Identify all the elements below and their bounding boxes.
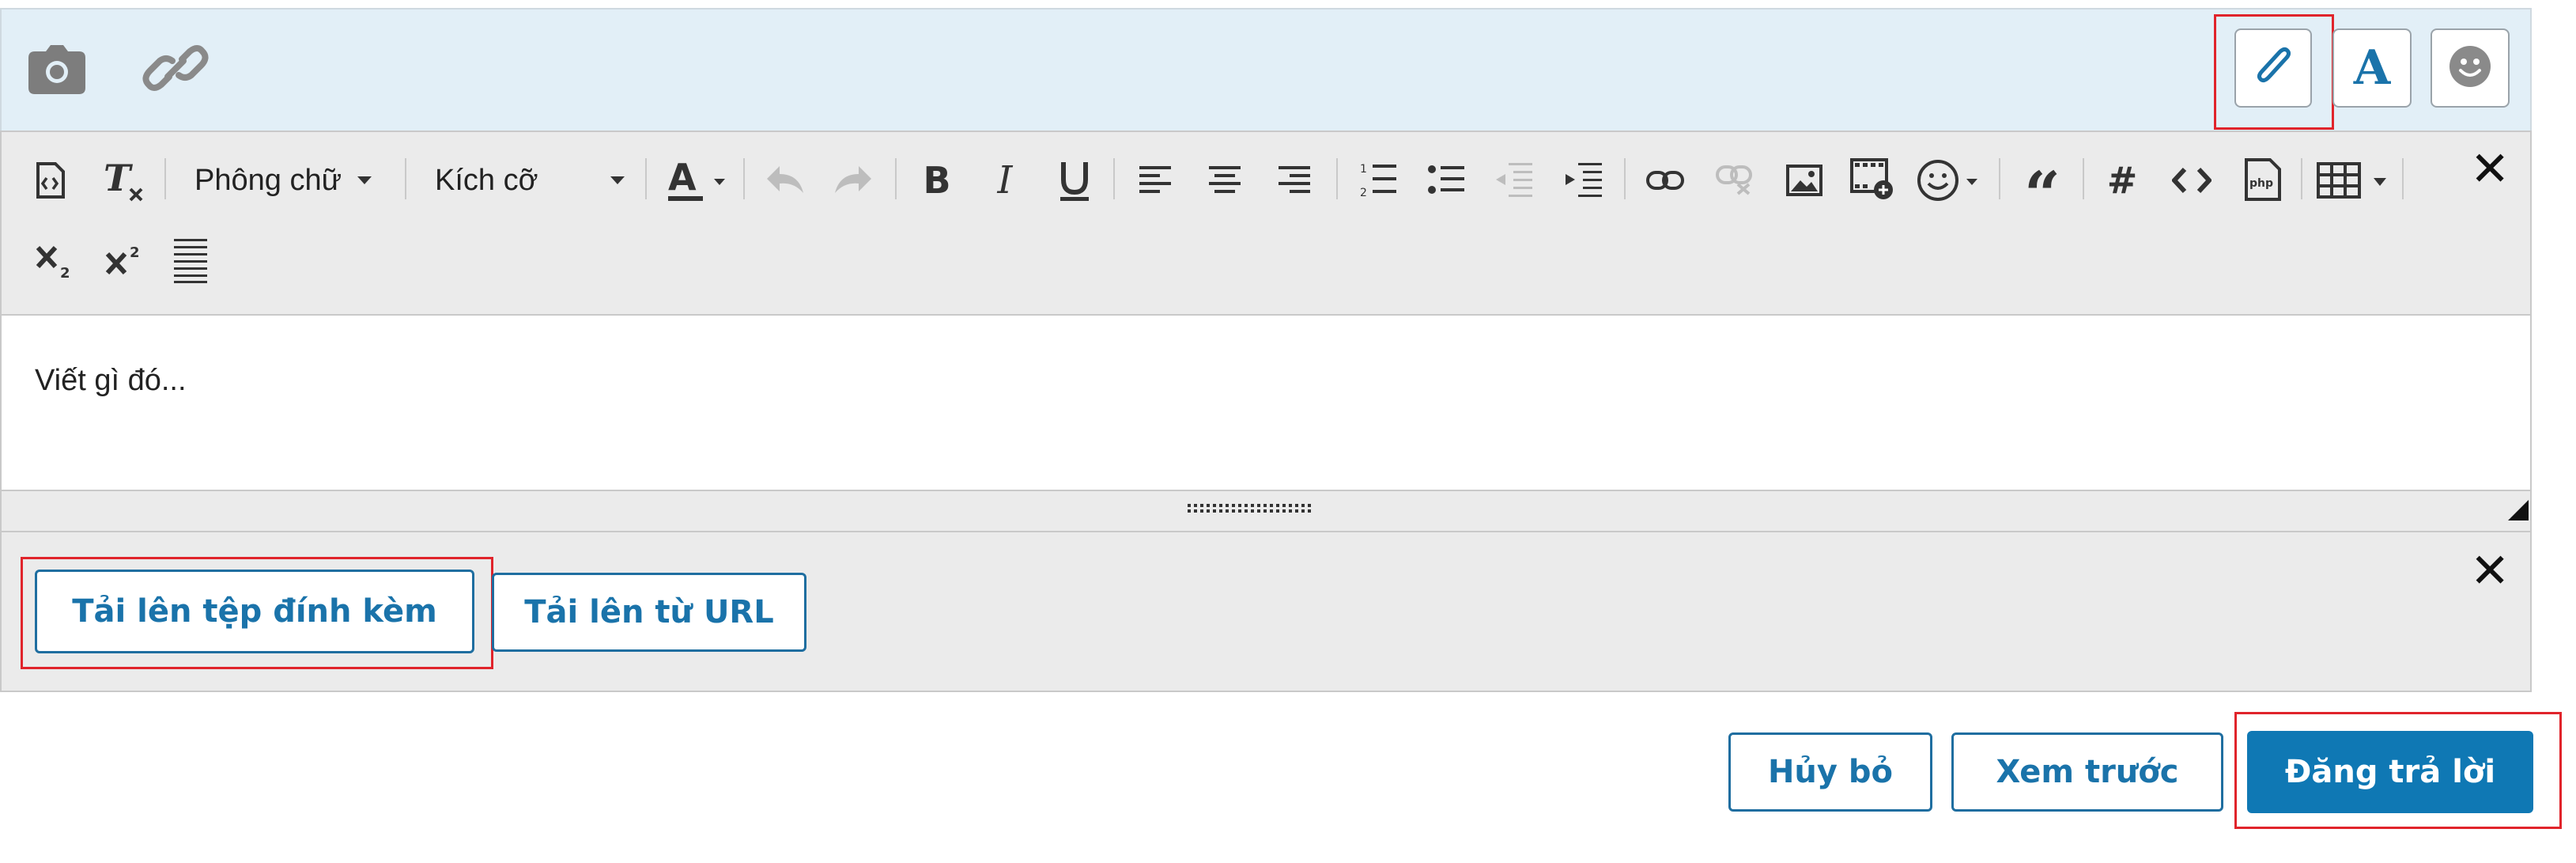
subscript-icon[interactable]: 2 bbox=[33, 237, 76, 285]
font-a-icon: A bbox=[2353, 40, 2391, 96]
svg-text:2: 2 bbox=[60, 265, 70, 279]
image-icon[interactable] bbox=[1782, 160, 1826, 201]
ordered-list-icon[interactable]: 12 bbox=[1357, 158, 1399, 203]
font-size-label: Kích cỡ bbox=[435, 163, 538, 197]
toolbar-separator bbox=[2301, 158, 2302, 199]
svg-text:2: 2 bbox=[130, 244, 140, 261]
bold-icon[interactable]: B bbox=[917, 158, 957, 203]
redo-icon[interactable] bbox=[832, 161, 874, 199]
svg-text:1: 1 bbox=[1360, 163, 1367, 176]
smiley-button[interactable] bbox=[2431, 28, 2510, 108]
editor-placeholder: Viết gì đó... bbox=[35, 364, 187, 397]
table-icon[interactable] bbox=[2315, 158, 2391, 203]
svg-text:A: A bbox=[668, 157, 697, 199]
code-icon[interactable] bbox=[2170, 158, 2214, 203]
close-icon[interactable]: ✕ bbox=[2470, 146, 2514, 196]
toolbar-separator bbox=[1336, 158, 1338, 199]
cancel-button[interactable]: Hủy bỏ bbox=[1728, 732, 1932, 812]
font-family-label: Phông chữ bbox=[195, 163, 342, 197]
resize-handle[interactable] bbox=[1188, 503, 1313, 515]
paperclip-icon bbox=[2254, 44, 2292, 92]
toolbar-separator bbox=[1999, 158, 2000, 199]
emoji-icon[interactable] bbox=[1915, 155, 1983, 206]
toolbar-separator bbox=[743, 158, 745, 199]
italic-icon[interactable]: I bbox=[985, 158, 1025, 203]
outdent-icon[interactable] bbox=[1493, 158, 1535, 203]
font-family-dropdown[interactable]: Phông chữ bbox=[195, 158, 384, 203]
svg-text:T: T bbox=[104, 159, 134, 199]
svg-text:2: 2 bbox=[1360, 187, 1367, 199]
hashtag-icon[interactable]: # bbox=[2100, 157, 2144, 204]
font-size-dropdown[interactable]: Kích cỡ bbox=[435, 158, 625, 203]
toolbar-separator bbox=[1113, 158, 1115, 199]
preview-button[interactable]: Xem trước bbox=[1951, 732, 2223, 812]
smiley-icon bbox=[2449, 45, 2491, 91]
text-style-button[interactable]: A bbox=[2332, 28, 2412, 108]
quote-icon[interactable]: “ bbox=[2018, 155, 2067, 226]
resize-corner-icon[interactable] bbox=[2508, 500, 2529, 520]
toolbar-separator bbox=[405, 158, 406, 199]
align-left-icon[interactable] bbox=[1135, 163, 1175, 198]
cancel-label: Hủy bỏ bbox=[1767, 754, 1894, 790]
text-color-icon[interactable]: A bbox=[664, 155, 727, 206]
superscript-icon[interactable]: 2 bbox=[103, 237, 145, 285]
toolbar-separator bbox=[645, 158, 647, 199]
undo-icon[interactable] bbox=[764, 161, 806, 199]
post-reply-label: Đăng trả lời bbox=[2284, 754, 2496, 790]
toolbar-separator bbox=[1624, 158, 1626, 199]
align-right-icon[interactable] bbox=[1275, 163, 1314, 198]
paperclip-button[interactable] bbox=[2234, 28, 2312, 108]
svg-text:php: php bbox=[2249, 177, 2273, 190]
preview-label: Xem trước bbox=[1996, 754, 2179, 790]
justify-icon[interactable] bbox=[171, 237, 210, 285]
source-icon[interactable] bbox=[30, 158, 70, 203]
chevron-down-icon bbox=[610, 176, 625, 184]
underline-icon[interactable] bbox=[1055, 157, 1094, 204]
indent-icon[interactable] bbox=[1562, 158, 1605, 203]
unordered-list-icon[interactable] bbox=[1425, 158, 1467, 203]
unlink-icon[interactable] bbox=[1713, 161, 1757, 199]
align-center-icon[interactable] bbox=[1205, 163, 1245, 198]
upload-url-button[interactable]: Tải lên từ URL bbox=[492, 573, 806, 652]
media-icon[interactable] bbox=[1847, 155, 1898, 204]
chevron-down-icon bbox=[357, 176, 372, 184]
remove-format-icon[interactable]: T bbox=[100, 157, 149, 204]
php-icon[interactable]: php bbox=[2241, 155, 2285, 204]
insert-link-icon[interactable] bbox=[1643, 161, 1687, 199]
toolbar-separator bbox=[895, 158, 897, 199]
post-reply-button[interactable]: Đăng trả lời bbox=[2247, 731, 2533, 813]
upload-url-label: Tải lên từ URL bbox=[524, 594, 774, 630]
upload-attachment-label: Tải lên tệp đính kèm bbox=[72, 593, 437, 630]
toolbar-separator bbox=[2083, 158, 2084, 199]
upload-attachment-button[interactable]: Tải lên tệp đính kèm bbox=[35, 570, 474, 653]
link-icon[interactable] bbox=[142, 40, 209, 97]
close-attachment-icon[interactable]: ✕ bbox=[2470, 547, 2514, 598]
editor-top-bar bbox=[0, 8, 2532, 131]
toolbar-separator bbox=[2402, 158, 2404, 199]
camera-icon[interactable] bbox=[28, 41, 85, 98]
toolbar-separator bbox=[164, 158, 166, 199]
